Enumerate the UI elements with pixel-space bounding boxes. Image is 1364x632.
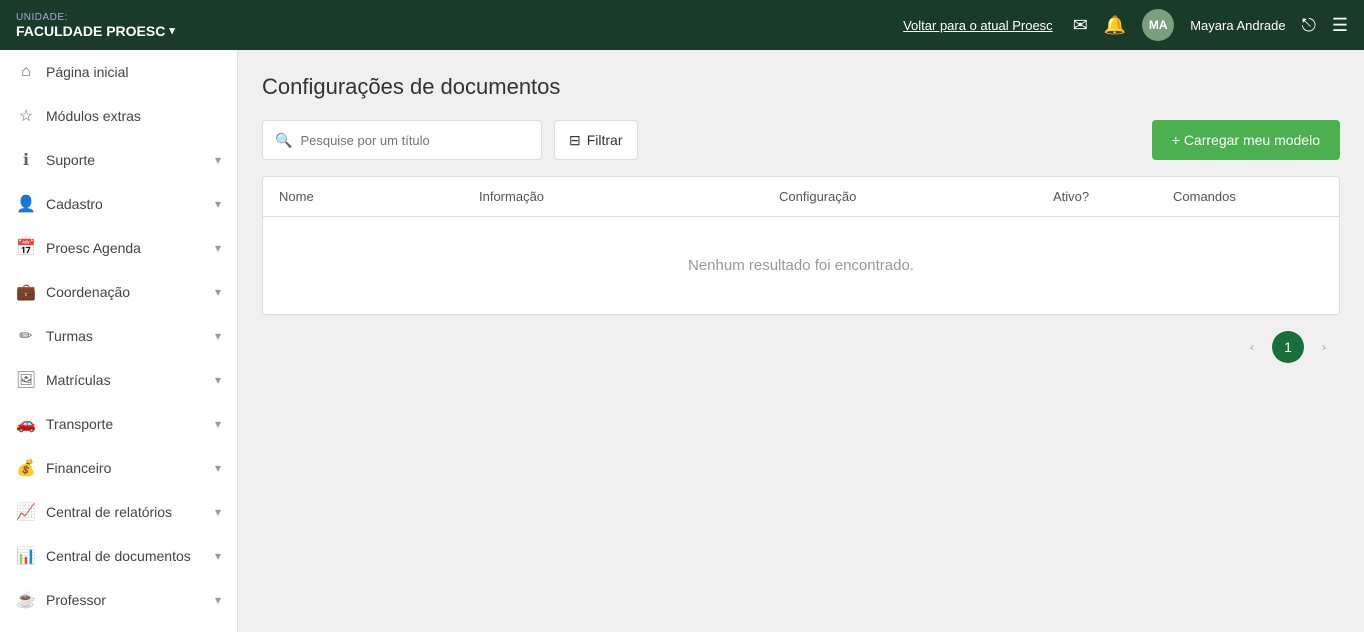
sidebar-item-label-suporte: Suporte xyxy=(46,152,205,168)
sidebar-item-cadastro[interactable]: 👤 Cadastro ▾ xyxy=(0,182,237,226)
filter-label: Filtrar xyxy=(587,132,623,148)
sidebar-item-modulos-extras[interactable]: ☆ Módulos extras xyxy=(0,94,237,138)
pagina-inicial-icon: ⌂ xyxy=(16,62,36,82)
chevron-down-icon-turmas: ▾ xyxy=(215,329,221,343)
sidebar-item-matriculas[interactable]: 🖼 Matrículas ▾ xyxy=(0,358,237,402)
mail-icon[interactable]: ✉ xyxy=(1073,15,1088,36)
sidebar-item-label-coordenacao: Coordenação xyxy=(46,284,205,300)
sidebar-item-label-financeiro: Financeiro xyxy=(46,460,205,476)
chevron-down-icon-financeiro: ▾ xyxy=(215,461,221,475)
page-1-button[interactable]: 1 xyxy=(1272,331,1304,363)
sidebar-item-label-modulos-extras: Módulos extras xyxy=(46,108,221,124)
professor-icon: ☕ xyxy=(16,590,36,610)
sidebar-item-label-cadastro: Cadastro xyxy=(46,196,205,212)
sidebar-item-proesc-agenda[interactable]: 📅 Proesc Agenda ▾ xyxy=(0,226,237,270)
empty-message: Nenhum resultado foi encontrado. xyxy=(263,217,1339,314)
sidebar-item-label-central-relatorios: Central de relatórios xyxy=(46,504,205,520)
turmas-icon: ✏ xyxy=(16,326,36,346)
menu-icon[interactable]: ☰ xyxy=(1332,15,1348,36)
next-page-button[interactable]: › xyxy=(1308,331,1340,363)
back-link[interactable]: Voltar para o atual Proesc xyxy=(903,18,1053,33)
sidebar-item-central-relatorios[interactable]: 📈 Central de relatórios ▾ xyxy=(0,490,237,534)
pagination: ‹ 1 › xyxy=(262,315,1340,379)
sidebar-item-label-central-documentos: Central de documentos xyxy=(46,548,205,564)
transporte-icon: 🚗 xyxy=(16,414,36,434)
sidebar-item-central-documentos[interactable]: 📊 Central de documentos ▾ xyxy=(0,534,237,578)
chevron-down-icon-coordenacao: ▾ xyxy=(215,285,221,299)
filter-button[interactable]: ⊟ Filtrar xyxy=(554,120,638,160)
search-icon: 🔍 xyxy=(275,132,292,149)
modulos-extras-icon: ☆ xyxy=(16,106,36,126)
central-relatorios-icon: 📈 xyxy=(16,502,36,522)
sidebar-item-suporte[interactable]: ℹ Suporte ▾ xyxy=(0,138,237,182)
sidebar-item-label-proesc-agenda: Proesc Agenda xyxy=(46,240,205,256)
sidebar-item-professor[interactable]: ☕ Professor ▾ xyxy=(0,578,237,622)
col-nome: Nome xyxy=(279,189,479,204)
logout-icon[interactable]: ⎋ xyxy=(1302,15,1316,36)
financeiro-icon: 💰 xyxy=(16,458,36,478)
filter-icon: ⊟ xyxy=(569,132,581,149)
chevron-down-icon-suporte: ▾ xyxy=(215,153,221,167)
sidebar-item-turmas[interactable]: ✏ Turmas ▾ xyxy=(0,314,237,358)
sidebar: ⌂Página inicial☆Módulos extrasℹSuporte▾👤… xyxy=(0,50,238,632)
col-informacao: Informação xyxy=(479,189,779,204)
sidebar-item-financeiro[interactable]: 💰 Financeiro ▾ xyxy=(0,446,237,490)
chevron-down-icon-central-documentos: ▾ xyxy=(215,549,221,563)
chevron-down-icon-proesc-agenda: ▾ xyxy=(215,241,221,255)
username[interactable]: Mayara Andrade xyxy=(1190,18,1285,33)
matriculas-icon: 🖼 xyxy=(16,370,36,390)
sidebar-item-coordenacao[interactable]: 💼 Coordenação ▾ xyxy=(0,270,237,314)
cadastro-icon: 👤 xyxy=(16,194,36,214)
sidebar-item-transporte[interactable]: 🚗 Transporte ▾ xyxy=(0,402,237,446)
header-icons: ✉ 🔔 MA Mayara Andrade ⎋ ☰ xyxy=(1073,9,1348,41)
page-title: Configurações de documentos xyxy=(262,74,1340,100)
prev-page-button[interactable]: ‹ xyxy=(1236,331,1268,363)
coordenacao-icon: 💼 xyxy=(16,282,36,302)
avatar[interactable]: MA xyxy=(1142,9,1174,41)
proesc-agenda-icon: 📅 xyxy=(16,238,36,258)
search-input[interactable] xyxy=(300,133,529,148)
sidebar-item-label-turmas: Turmas xyxy=(46,328,205,344)
sidebar-item-label-transporte: Transporte xyxy=(46,416,205,432)
add-model-button[interactable]: + Carregar meu modelo xyxy=(1152,120,1340,160)
col-ativo: Ativo? xyxy=(1053,189,1173,204)
main-layout: ⌂Página inicial☆Módulos extrasℹSuporte▾👤… xyxy=(0,50,1364,632)
chevron-down-icon-matriculas: ▾ xyxy=(215,373,221,387)
chevron-down-icon-transporte: ▾ xyxy=(215,417,221,431)
chevron-down-icon-professor: ▾ xyxy=(215,593,221,607)
col-configuracao: Configuração xyxy=(779,189,1053,204)
chevron-down-icon-cadastro: ▾ xyxy=(215,197,221,211)
unit-name[interactable]: FACULDADE PROESC xyxy=(16,23,175,39)
suporte-icon: ℹ xyxy=(16,150,36,170)
toolbar: 🔍 ⊟ Filtrar + Carregar meu modelo xyxy=(262,120,1340,160)
content-area: Configurações de documentos 🔍 ⊟ Filtrar … xyxy=(238,50,1364,632)
sidebar-item-label-pagina-inicial: Página inicial xyxy=(46,64,221,80)
chevron-down-icon-central-relatorios: ▾ xyxy=(215,505,221,519)
search-box[interactable]: 🔍 xyxy=(262,120,542,160)
sidebar-item-label-matriculas: Matrículas xyxy=(46,372,205,388)
header-unit: UNIDADE: FACULDADE PROESC xyxy=(16,12,175,39)
documents-table: Nome Informação Configuração Ativo? Coma… xyxy=(262,176,1340,315)
header: UNIDADE: FACULDADE PROESC Voltar para o … xyxy=(0,0,1364,50)
sidebar-item-pagina-inicial[interactable]: ⌂ Página inicial xyxy=(0,50,237,94)
bell-icon[interactable]: 🔔 xyxy=(1104,15,1126,36)
central-documentos-icon: 📊 xyxy=(16,546,36,566)
unit-label: UNIDADE: xyxy=(16,12,175,23)
table-header: Nome Informação Configuração Ativo? Coma… xyxy=(263,177,1339,217)
sidebar-item-label-professor: Professor xyxy=(46,592,205,608)
col-comandos: Comandos xyxy=(1173,189,1323,204)
